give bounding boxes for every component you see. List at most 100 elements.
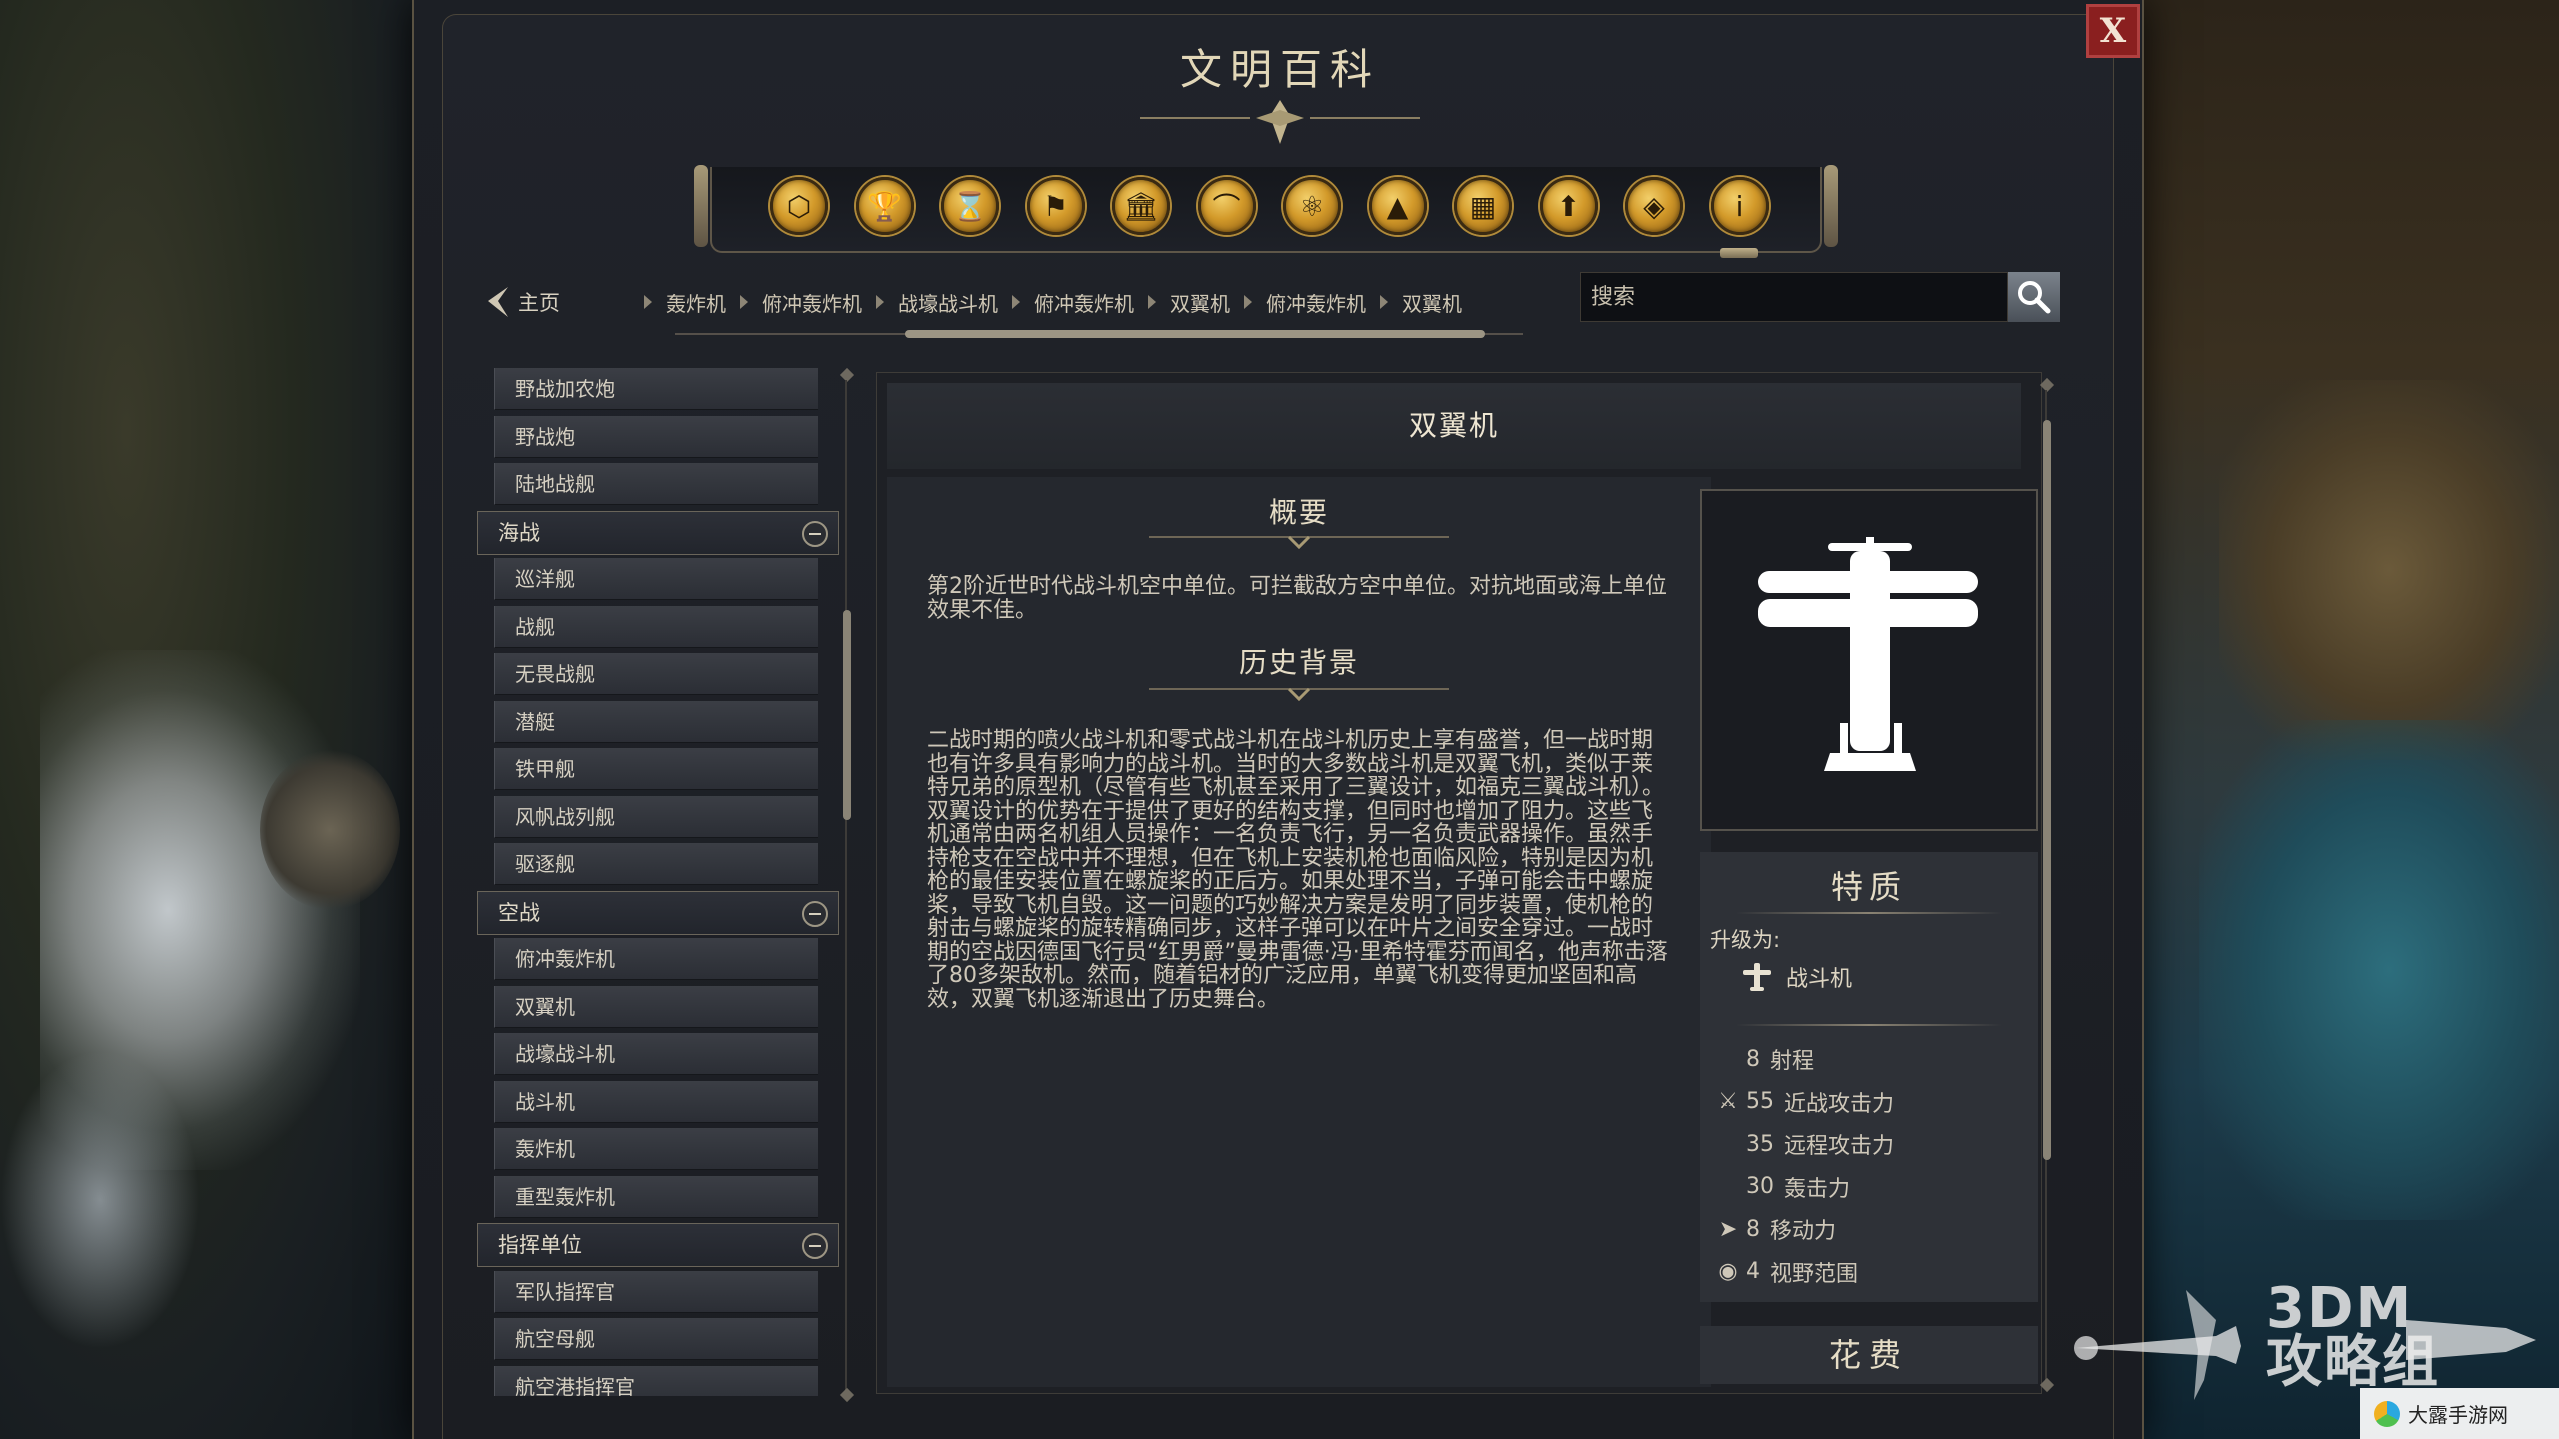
stat-icon-blank	[1714, 1131, 1742, 1157]
breadcrumb-scrollbar[interactable]	[655, 328, 1543, 340]
stat-label: 远程攻击力	[1784, 1134, 1895, 1159]
group-label: 海战	[498, 520, 540, 545]
breadcrumb-item[interactable]: 双翼机	[1402, 288, 1462, 317]
stat-value: 8	[1746, 1216, 1760, 1242]
close-button[interactable]: X	[2086, 4, 2140, 58]
breadcrumb-item[interactable]: 俯冲轰炸机	[762, 288, 862, 317]
list-item[interactable]: 野战炮	[494, 415, 818, 458]
search-icon	[2018, 281, 2051, 314]
list-item[interactable]: 航空母舰	[494, 1318, 818, 1360]
corner-watermark-text: 大露手游网	[2408, 1403, 2508, 1427]
category-group[interactable]: 空战	[477, 890, 839, 935]
stat-icon-blank	[1714, 1046, 1742, 1072]
search-input[interactable]	[1580, 272, 2008, 322]
list-item[interactable]: 双翼机	[494, 985, 818, 1028]
site-logo-icon	[2374, 1400, 2400, 1427]
article-body: 概要 第2阶近世时代战斗机空中单位。可拦截敌方空中单位。对抗地面或海上单位效果不…	[887, 477, 1711, 1387]
group-label: 空战	[498, 900, 540, 925]
section-divider	[1149, 535, 1449, 550]
article-title: 双翼机	[1408, 409, 1499, 442]
breadcrumb-item[interactable]: 双翼机	[1170, 288, 1230, 317]
list-item[interactable]: 战斗机	[494, 1080, 818, 1123]
unit-list-scrollbar[interactable]	[839, 367, 855, 1403]
breadcrumb-item[interactable]: 俯冲轰炸机	[1034, 288, 1134, 317]
cost-header: 花费	[1700, 1326, 2038, 1384]
flag-icon[interactable]: ⚑	[1026, 177, 1085, 235]
biplane-icon	[1758, 537, 1978, 771]
stat-row: ◉ 4 视野范围	[1714, 1255, 1858, 1289]
fighter-icon	[1743, 963, 1771, 991]
home-link[interactable]: 主页	[484, 282, 560, 322]
list-item[interactable]: 轰炸机	[494, 1128, 818, 1170]
stat-value: 30	[1746, 1174, 1774, 1199]
list-item[interactable]: 野战加农炮	[494, 368, 818, 410]
list-item[interactable]: 风帆战列舰	[494, 795, 818, 838]
tower-icon[interactable]: ▦	[1454, 177, 1512, 235]
list-item[interactable]: 军队指挥官	[494, 1270, 818, 1313]
category-group[interactable]: 海战	[477, 510, 839, 555]
list-item[interactable]: 战舰	[494, 605, 818, 648]
collapse-icon[interactable]	[802, 520, 828, 547]
stat-value: 8	[1746, 1046, 1760, 1072]
mountain-icon[interactable]: ▲	[1368, 177, 1427, 235]
back-arrow-icon	[488, 287, 508, 317]
info-icon[interactable]: i	[1710, 177, 1769, 235]
category-bar: ⬡ 🏆 ⌛ ⚑ 🏛 ⌒ ⚛ ▲ ▦ ⬆ ◈ i	[690, 165, 1842, 257]
stat-row: 30 轰击力	[1714, 1170, 1850, 1204]
stat-row: ⚔ 55 近战攻击力	[1714, 1085, 1894, 1119]
page-title: 文明百科	[1179, 45, 1380, 94]
search-button[interactable]	[2008, 272, 2060, 322]
list-item[interactable]: 重型轰炸机	[494, 1175, 818, 1218]
list-item[interactable]: 潜艇	[494, 700, 818, 743]
hourglass-icon[interactable]: ⌛	[941, 177, 999, 235]
map-background-left	[0, 0, 420, 1439]
list-item[interactable]: 巡洋舰	[494, 558, 818, 600]
overview-text: 第2阶近世时代战斗机空中单位。可拦截敌方空中单位。对抗地面或海上单位效果不佳。	[927, 574, 1667, 623]
list-item[interactable]: 陆地战舰	[494, 463, 818, 505]
list-item[interactable]: 驱逐舰	[494, 843, 818, 885]
upgrade-label: 升级为:	[1710, 928, 1781, 952]
upgrade-arrow-icon[interactable]: ⬆	[1539, 177, 1598, 235]
stat-row: 8 射程	[1714, 1042, 1814, 1076]
sword-icon: ⚔	[1718, 1089, 1738, 1114]
category-group[interactable]: 指挥单位	[477, 1223, 839, 1267]
goblet-icon[interactable]: 🏆	[855, 177, 914, 235]
corner-watermark: 大露手游网	[2360, 1388, 2559, 1439]
list-item[interactable]: 俯冲轰炸机	[494, 938, 818, 980]
book-icon[interactable]: ◈	[1625, 177, 1683, 235]
atom-icon[interactable]: ⚛	[1283, 177, 1341, 235]
upgrade-unit-link[interactable]: 战斗机	[1740, 960, 1852, 994]
article-scrollbar[interactable]	[2039, 377, 2055, 1393]
list-item[interactable]: 无畏战舰	[494, 653, 818, 695]
stat-value: 4	[1746, 1259, 1760, 1284]
stat-label: 移动力	[1770, 1219, 1837, 1244]
breadcrumb-item[interactable]: 俯冲轰炸机	[1266, 288, 1366, 317]
active-category-indicator	[1720, 248, 1758, 258]
eye-icon: ◉	[1718, 1259, 1738, 1284]
list-item[interactable]: 战壕战斗机	[494, 1033, 818, 1075]
overview-title: 概要	[1268, 496, 1329, 529]
traits-title: 特质	[1830, 868, 1907, 906]
list-item[interactable]: 航空港指挥官	[494, 1365, 818, 1396]
building-icon[interactable]: 🏛	[1112, 177, 1170, 235]
collapse-icon[interactable]	[802, 900, 828, 927]
units-cube-icon[interactable]: ⬡	[770, 177, 828, 235]
stat-label: 近战攻击力	[1784, 1091, 1895, 1117]
list-item[interactable]: 铁甲舰	[494, 748, 818, 790]
history-text: 二战时期的喷火战斗机和零式战斗机在战斗机历史上享有盛誉，但一战时期也有许多具有影…	[927, 728, 1668, 1012]
collapse-icon[interactable]	[802, 1233, 828, 1259]
stat-value: 35	[1746, 1131, 1774, 1157]
home-label: 主页	[518, 291, 560, 315]
upgrade-unit-name: 战斗机	[1786, 967, 1853, 992]
sword-emblem-icon	[2074, 1290, 2241, 1400]
traits-panel: 特质 升级为: 战斗机 8 射程 ⚔ 55 近战攻击力 35 远程攻击力 30 轰击力 ➤ 8 移动力…	[1700, 852, 2038, 1302]
stat-value: 55	[1746, 1089, 1774, 1114]
breadcrumb-item[interactable]: 轰炸机	[666, 288, 726, 317]
history-title: 历史背景	[1238, 646, 1359, 679]
stat-row: ➤ 8 移动力	[1714, 1212, 1836, 1246]
breadcrumb-item[interactable]: 战壕战斗机	[898, 288, 998, 317]
unit-list: 野战加农炮野战炮陆地战舰海战巡洋舰战舰无畏战舰潜艇铁甲舰风帆战列舰驱逐舰空战俯冲…	[474, 368, 844, 1396]
stat-row: 35 远程攻击力	[1714, 1127, 1894, 1161]
dome-icon[interactable]: ⌒	[1197, 177, 1256, 235]
move-arrow-icon: ➤	[1718, 1216, 1738, 1242]
